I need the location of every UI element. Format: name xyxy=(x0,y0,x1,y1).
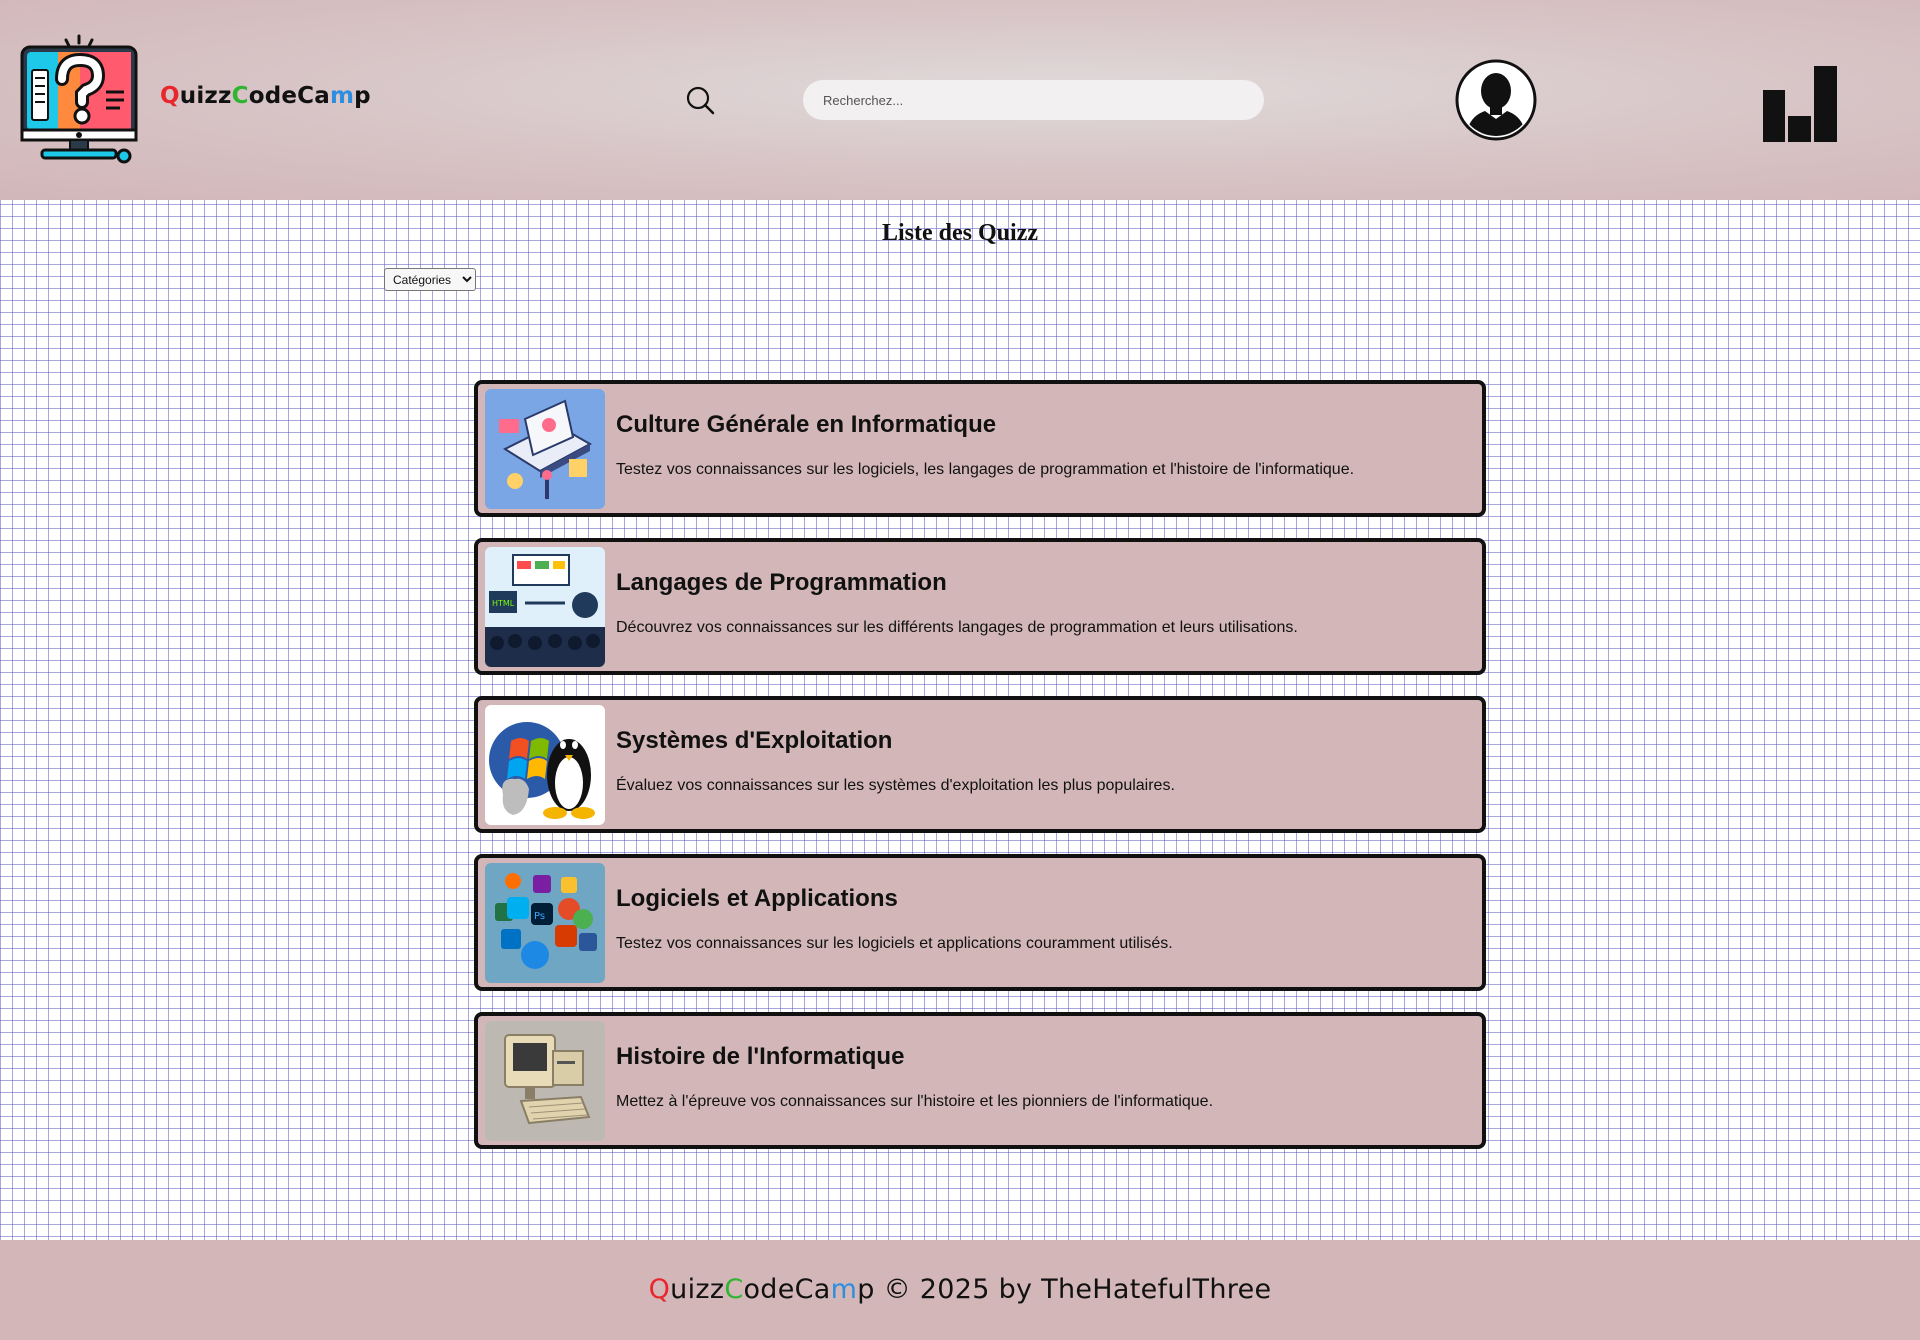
footer-brand-letter-q: Q xyxy=(648,1274,671,1305)
retro-computer-icon xyxy=(485,1021,605,1141)
quiz-list: Culture Générale en Informatique Testez … xyxy=(474,380,1486,1170)
quiz-title: Logiciels et Applications xyxy=(616,885,898,912)
brand-name[interactable]: QuizzCodeCamp xyxy=(160,83,371,109)
quiz-card[interactable]: Culture Générale en Informatique Testez … xyxy=(474,380,1486,517)
search-input[interactable] xyxy=(803,80,1264,120)
brand-part-uizz: uizz xyxy=(179,83,232,109)
quiz-title: Histoire de l'Informatique xyxy=(616,1043,905,1070)
user-avatar-icon[interactable] xyxy=(1455,59,1537,141)
quiz-description: Découvrez vos connaissances sur les diff… xyxy=(616,619,1298,636)
quiz-title: Culture Générale en Informatique xyxy=(616,411,997,438)
svg-text:HTML: HTML xyxy=(492,599,515,608)
quiz-description: Testez vos connaissances sur les logicie… xyxy=(616,461,1355,478)
brand-part-odeca: odeCa xyxy=(248,83,330,109)
category-select[interactable]: Catégories xyxy=(384,268,476,291)
quiz-card[interactable]: Ps Logiciels et Applications Testez vos … xyxy=(474,854,1486,991)
search-icon[interactable] xyxy=(686,86,716,116)
software-apps-icon: Ps xyxy=(485,863,605,983)
brand-letter-c: C xyxy=(231,83,249,109)
quiz-card[interactable]: HTML Langages de Programmation Découvrez… xyxy=(474,538,1486,675)
brand-letter-p: p xyxy=(354,83,371,109)
quiz-description: Testez vos connaissances sur les logicie… xyxy=(616,935,1173,952)
page-title: Liste des Quizz xyxy=(882,220,1038,246)
footer-brand-letter-p: p xyxy=(857,1274,875,1305)
quiz-title: Langages de Programmation xyxy=(616,569,947,596)
brand-letter-m: m xyxy=(329,83,355,109)
footer-copyright-suffix: © 2025 by TheHatefulThree xyxy=(874,1274,1272,1305)
footer-brand-letter-m: m xyxy=(830,1274,858,1305)
brand-letter-q: Q xyxy=(160,83,180,109)
footer-copyright: QuizzCodeCamp © 2025 by TheHatefulThree xyxy=(0,1274,1920,1305)
footer-brand-part-odeca: odeCa xyxy=(743,1274,831,1305)
laptop-illustration-icon xyxy=(485,389,605,509)
quiz-title: Systèmes d'Exploitation xyxy=(616,727,893,754)
site-header: QuizzCodeCamp xyxy=(0,0,1920,200)
quiz-description: Mettez à l'épreuve vos connaissances sur… xyxy=(616,1093,1214,1110)
footer-brand-letter-c: C xyxy=(724,1274,744,1305)
quiz-description: Évaluez vos connaissances sur les systèm… xyxy=(616,777,1175,794)
site-footer: QuizzCodeCamp © 2025 by TheHatefulThree xyxy=(0,1240,1920,1340)
quiz-computer-logo-icon[interactable] xyxy=(20,34,138,166)
programming-languages-icon: HTML xyxy=(485,547,605,667)
operating-systems-icon xyxy=(485,705,605,825)
quiz-card[interactable]: Histoire de l'Informatique Mettez à l'ép… xyxy=(474,1012,1486,1149)
quiz-card[interactable]: Systèmes d'Exploitation Évaluez vos conn… xyxy=(474,696,1486,833)
svg-text:Ps: Ps xyxy=(534,911,545,922)
footer-brand-part-uizz: uizz xyxy=(670,1274,725,1305)
statistics-chart-icon[interactable] xyxy=(1762,66,1838,142)
